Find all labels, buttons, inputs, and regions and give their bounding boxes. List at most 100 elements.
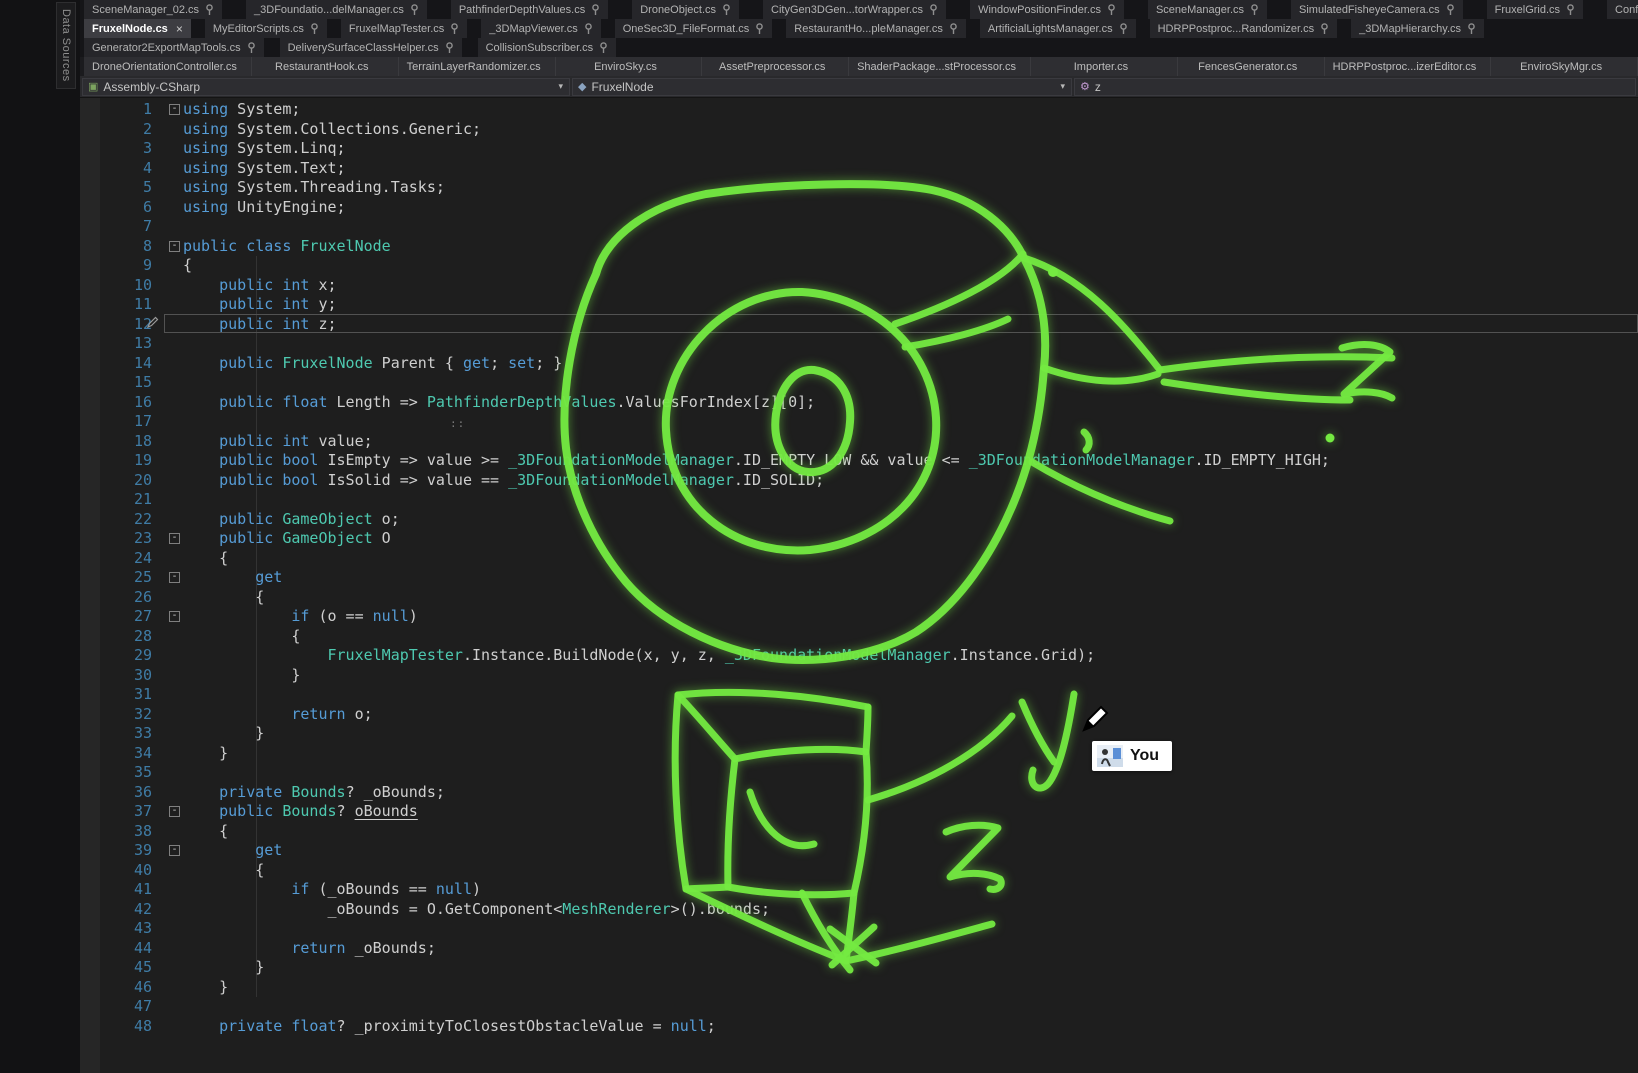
fold-margin[interactable]: -: [152, 100, 183, 120]
code-line-9[interactable]: 9{: [80, 256, 1638, 276]
code-line-8[interactable]: 8-public class FruxelNode: [80, 237, 1638, 257]
code-line-21[interactable]: 21: [80, 490, 1638, 510]
tab-_3dfoundatio-delmanager-cs[interactable]: _3DFoundatio...delManager.cs: [246, 0, 427, 19]
tab-hdrppostproc-randomizer-cs[interactable]: HDRPPostproc...Randomizer.cs: [1150, 19, 1338, 38]
fold-toggle-icon[interactable]: -: [169, 104, 180, 115]
fold-toggle-icon[interactable]: -: [169, 572, 180, 583]
tab-deliverysurfaceclasshelper-cs[interactable]: DeliverySurfaceClassHelper.cs: [280, 38, 462, 57]
pin-icon[interactable]: [1250, 4, 1259, 16]
code-line-1[interactable]: 1-using System;: [80, 100, 1638, 120]
pin-icon[interactable]: [450, 23, 459, 35]
code-line-43[interactable]: 43: [80, 919, 1638, 939]
tab-pathfinderdepthvalues-cs[interactable]: PathfinderDepthValues.cs: [451, 0, 608, 19]
tab-fruxelmaptester-cs[interactable]: FruxelMapTester.cs: [341, 19, 467, 38]
code-line-10[interactable]: 10 public int x;: [80, 276, 1638, 296]
code-line-41[interactable]: 41 if (_oBounds == null): [80, 880, 1638, 900]
tab-simulatedfisheyecamera-cs[interactable]: SimulatedFisheyeCamera.cs: [1291, 0, 1463, 19]
pin-icon[interactable]: [584, 23, 593, 35]
tab-restaurantho-plemanager-cs[interactable]: RestaurantHo...pleManager.cs: [786, 19, 966, 38]
code-line-11[interactable]: 11 public int y;: [80, 295, 1638, 315]
code-line-45[interactable]: 45 }: [80, 958, 1638, 978]
code-line-36[interactable]: 36 private Bounds? _oBounds;: [80, 783, 1638, 803]
code-line-35[interactable]: 35: [80, 763, 1638, 783]
code-line-17[interactable]: 17: [80, 412, 1638, 432]
code-line-25[interactable]: 25- get: [80, 568, 1638, 588]
pin-icon[interactable]: [599, 42, 608, 54]
fold-margin[interactable]: -: [152, 237, 183, 257]
code-line-38[interactable]: 38 {: [80, 822, 1638, 842]
code-line-5[interactable]: 5using System.Threading.Tasks;: [80, 178, 1638, 198]
fold-toggle-icon[interactable]: -: [169, 533, 180, 544]
code-line-29[interactable]: 29 FruxelMapTester.Instance.BuildNode(x,…: [80, 646, 1638, 666]
pin-icon[interactable]: [755, 23, 764, 35]
pin-icon[interactable]: [1566, 4, 1575, 16]
code-line-42[interactable]: 42 _oBounds = O.GetComponent<MeshRendere…: [80, 900, 1638, 920]
tab-onesec3d_fileformat-cs[interactable]: OneSec3D_FileFormat.cs: [615, 19, 773, 38]
code-line-23[interactable]: 23- public GameObject O: [80, 529, 1638, 549]
tab-_3dmapviewer-cs[interactable]: _3DMapViewer.cs: [481, 19, 600, 38]
code-line-32[interactable]: 32 return o;: [80, 705, 1638, 725]
tab-config-cs[interactable]: Config.cs: [1607, 0, 1638, 19]
data-sources-vertical-tab[interactable]: Data Sources: [56, 2, 76, 89]
tab-droneobject-cs[interactable]: DroneObject.cs: [632, 0, 739, 19]
code-line-48[interactable]: 48 private float? _proximityToClosestObs…: [80, 1017, 1638, 1037]
tab-_3dmaphierarchy-cs[interactable]: _3DMapHierarchy.cs: [1351, 19, 1484, 38]
fold-margin[interactable]: -: [152, 607, 183, 627]
code-line-14[interactable]: 14 public FruxelNode Parent { get; set; …: [80, 354, 1638, 374]
fold-margin[interactable]: -: [152, 568, 183, 588]
tab-droneorientationcontroller-cs[interactable]: DroneOrientationController.cs: [84, 57, 252, 76]
type-dropdown[interactable]: ◆ FruxelNode ▾: [572, 78, 1072, 96]
code-line-16[interactable]: 16 public float Length => PathfinderDept…: [80, 393, 1638, 413]
pin-icon[interactable]: [1119, 23, 1128, 35]
code-line-19[interactable]: 19 public bool IsEmpty => value >= _3DFo…: [80, 451, 1638, 471]
fold-toggle-icon[interactable]: -: [169, 845, 180, 856]
tab-terrainlayerrandomizer-cs[interactable]: TerrainLayerRandomizer.cs: [399, 57, 556, 76]
code-line-13[interactable]: 13: [80, 334, 1638, 354]
pin-icon[interactable]: [591, 4, 600, 16]
fold-margin[interactable]: -: [152, 529, 183, 549]
code-line-27[interactable]: 27- if (o == null): [80, 607, 1638, 627]
tab-enviroskymgr-cs[interactable]: EnviroSkyMgr.cs: [1491, 57, 1638, 76]
pin-icon[interactable]: [247, 42, 256, 54]
code-line-40[interactable]: 40 {: [80, 861, 1638, 881]
pin-icon[interactable]: [410, 4, 419, 16]
tab-fruxelgrid-cs[interactable]: FruxelGrid.cs: [1487, 0, 1583, 19]
pin-icon[interactable]: [445, 42, 454, 54]
fold-toggle-icon[interactable]: -: [169, 241, 180, 252]
tab-shaderpackage-stprocessor-cs[interactable]: ShaderPackage...stProcessor.cs: [849, 57, 1031, 76]
code-line-31[interactable]: 31: [80, 685, 1638, 705]
pin-icon[interactable]: [949, 23, 958, 35]
code-line-37[interactable]: 37- public Bounds? oBounds: [80, 802, 1638, 822]
tab-assetpreprocessor-cs[interactable]: AssetPreprocessor.cs: [702, 57, 849, 76]
code-line-30[interactable]: 30 }: [80, 666, 1638, 686]
tab-fruxelnode-cs[interactable]: FruxelNode.cs×: [84, 19, 191, 38]
tab-scenemanager_02-cs[interactable]: SceneManager_02.cs: [84, 0, 222, 19]
tab-hdrppostproc-izereditor-cs[interactable]: HDRPPostproc...izerEditor.cs: [1325, 57, 1492, 76]
code-line-15[interactable]: 15: [80, 373, 1638, 393]
tab-collisionsubscriber-cs[interactable]: CollisionSubscriber.cs: [478, 38, 617, 57]
close-icon[interactable]: ×: [176, 22, 183, 36]
project-dropdown[interactable]: ▣ Assembly-CSharp ▾: [82, 78, 570, 96]
tab-scenemanager-cs[interactable]: SceneManager.cs: [1148, 0, 1267, 19]
code-line-20[interactable]: 20 public bool IsSolid => value == _3DFo…: [80, 471, 1638, 491]
code-line-2[interactable]: 2using System.Collections.Generic;: [80, 120, 1638, 140]
pin-icon[interactable]: [1467, 23, 1476, 35]
code-line-22[interactable]: 22 public GameObject o;: [80, 510, 1638, 530]
tab-citygen3dgen-torwrapper-cs[interactable]: CityGen3DGen...torWrapper.cs: [763, 0, 946, 19]
code-line-39[interactable]: 39- get: [80, 841, 1638, 861]
chevron-down-icon[interactable]: ▾: [552, 81, 569, 92]
code-line-3[interactable]: 3using System.Linq;: [80, 139, 1638, 159]
tab-windowpositionfinder-cs[interactable]: WindowPositionFinder.cs: [970, 0, 1124, 19]
code-line-28[interactable]: 28 {: [80, 627, 1638, 647]
tab-generator2exportmaptools-cs[interactable]: Generator2ExportMapTools.cs: [84, 38, 264, 57]
code-line-7[interactable]: 7: [80, 217, 1638, 237]
tab-artificiallightsmanager-cs[interactable]: ArtificialLightsManager.cs: [980, 19, 1136, 38]
fold-toggle-icon[interactable]: -: [169, 806, 180, 817]
pin-icon[interactable]: [1320, 23, 1329, 35]
code-line-18[interactable]: 18 public int value;: [80, 432, 1638, 452]
tab-restauranthook-cs[interactable]: RestaurantHook.cs: [252, 57, 399, 76]
pin-icon[interactable]: [722, 4, 731, 16]
code-editor[interactable]: 1-using System;2using System.Collections…: [80, 98, 1638, 1073]
code-line-6[interactable]: 6using UnityEngine;: [80, 198, 1638, 218]
code-line-47[interactable]: 47: [80, 997, 1638, 1017]
